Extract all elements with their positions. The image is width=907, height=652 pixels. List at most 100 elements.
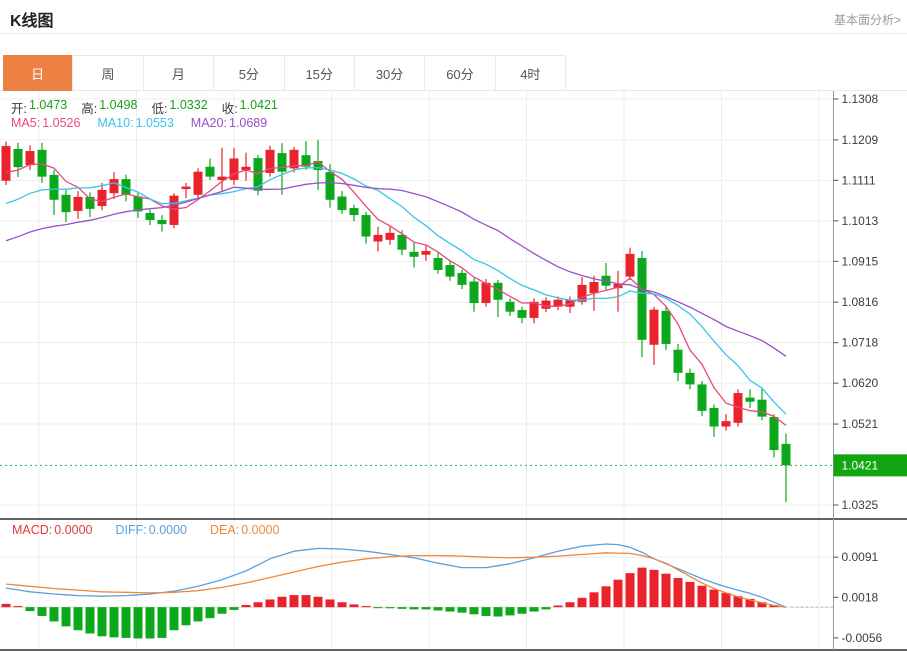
candle-body bbox=[230, 158, 239, 179]
ohlc-label-2: 低: bbox=[151, 98, 167, 117]
ma-value-0: 1.0526 bbox=[42, 116, 80, 130]
macd-bar bbox=[674, 578, 683, 607]
ohlc-item-0: 开:1.0473 bbox=[11, 98, 67, 117]
ma-label-0: MA5: bbox=[11, 116, 40, 130]
ohlc-value-3: 1.0421 bbox=[240, 98, 278, 117]
macd-bar bbox=[134, 607, 143, 638]
macd-bar bbox=[266, 599, 275, 607]
candle-body bbox=[38, 150, 47, 177]
macd-bar bbox=[362, 606, 371, 607]
candle-body bbox=[470, 282, 479, 303]
price-tick-label: 1.0816 bbox=[842, 295, 879, 309]
candle-body bbox=[482, 283, 491, 303]
tab-60min[interactable]: 60分 bbox=[424, 56, 494, 90]
macd-bar bbox=[158, 607, 167, 638]
candle-body bbox=[14, 149, 23, 167]
macd-bar bbox=[446, 607, 455, 611]
macd-bar bbox=[98, 607, 107, 636]
tab-5min[interactable]: 5分 bbox=[213, 56, 283, 90]
macd-bar bbox=[722, 593, 731, 607]
candle-body bbox=[590, 282, 599, 293]
macd-value-2: 0.0000 bbox=[241, 523, 279, 537]
ma10-line bbox=[6, 168, 786, 415]
candle-body bbox=[698, 384, 707, 410]
macd-item-0: MACD:0.0000 bbox=[12, 523, 93, 537]
candle-body bbox=[50, 175, 59, 200]
macd-bar bbox=[542, 607, 551, 609]
macd-bar bbox=[14, 606, 23, 607]
macd-bar bbox=[386, 607, 395, 608]
macd-bar bbox=[242, 605, 251, 607]
price-tick-label: 1.1308 bbox=[842, 92, 879, 106]
macd-axis-labels: 0.00910.0018-0.0056 bbox=[834, 550, 883, 645]
candle-body bbox=[638, 258, 647, 340]
tab-15min[interactable]: 15分 bbox=[284, 56, 354, 90]
macd-item-1: DIFF:0.0000 bbox=[116, 523, 187, 537]
candle-body bbox=[674, 350, 683, 373]
ma-label-2: MA20: bbox=[191, 116, 227, 130]
macd-bar bbox=[590, 592, 599, 607]
macd-label-2: DEA: bbox=[210, 523, 239, 537]
candle-body bbox=[74, 197, 83, 211]
current-price-badge: 1.0421 bbox=[834, 454, 907, 476]
price-tick-label: 1.1013 bbox=[842, 214, 879, 228]
ohlc-label-1: 高: bbox=[81, 98, 97, 117]
candle-body bbox=[542, 301, 551, 309]
ma5-line bbox=[6, 162, 786, 426]
macd-bar bbox=[470, 607, 479, 614]
candle-body bbox=[26, 151, 35, 165]
tab-4hour[interactable]: 4时 bbox=[495, 56, 565, 90]
candle-body bbox=[398, 235, 407, 250]
macd-bar bbox=[182, 607, 191, 625]
candle-body bbox=[662, 311, 671, 344]
macd-bar bbox=[410, 607, 419, 609]
candle-body bbox=[194, 172, 203, 195]
candle-body bbox=[2, 146, 11, 181]
macd-bar bbox=[314, 597, 323, 607]
macd-bar bbox=[422, 607, 431, 609]
header-divider bbox=[0, 33, 907, 34]
macd-item-2: DEA:0.0000 bbox=[210, 523, 279, 537]
macd-bar bbox=[62, 607, 71, 626]
price-tick-label: 1.0620 bbox=[842, 376, 879, 390]
current-price-label: 1.0421 bbox=[842, 458, 879, 472]
kline-chart-canvas[interactable]: 1.13081.12091.11111.10131.09151.08161.07… bbox=[0, 91, 907, 652]
macd-label-0: MACD: bbox=[12, 523, 52, 537]
candle-body bbox=[686, 373, 695, 385]
macd-bar bbox=[614, 580, 623, 607]
tab-day[interactable]: 日 bbox=[3, 55, 72, 91]
macd-bar bbox=[110, 607, 119, 637]
candle-body bbox=[170, 196, 179, 225]
candle-body bbox=[62, 195, 71, 212]
macd-bar bbox=[662, 574, 671, 607]
macd-value-1: 0.0000 bbox=[149, 523, 187, 537]
macd-bar bbox=[578, 598, 587, 607]
ma-item-0: MA5:1.0526 bbox=[11, 116, 80, 130]
candle-body bbox=[374, 235, 383, 242]
macd-bar bbox=[554, 606, 563, 608]
macd-bar bbox=[86, 607, 95, 633]
candle-body bbox=[110, 179, 119, 193]
price-tick-label: 1.1209 bbox=[842, 133, 879, 147]
candle-body bbox=[326, 172, 335, 200]
ohlc-legend: 开:1.0473高:1.0498低:1.0332收:1.0421 bbox=[11, 98, 278, 117]
macd-bar bbox=[350, 604, 359, 607]
tab-month[interactable]: 月 bbox=[143, 56, 213, 90]
macd-bar bbox=[26, 607, 35, 611]
candle-body bbox=[446, 265, 455, 277]
macd-bar bbox=[302, 595, 311, 607]
macd-bar bbox=[638, 568, 647, 608]
candle-body bbox=[506, 302, 515, 312]
macd-bar bbox=[518, 607, 527, 614]
ohlc-label-3: 收: bbox=[222, 98, 238, 117]
candle-body bbox=[710, 408, 719, 427]
candle-body bbox=[410, 252, 419, 257]
price-tick-label: 1.0521 bbox=[842, 417, 879, 431]
candle-body bbox=[158, 220, 167, 224]
macd-bar bbox=[374, 607, 383, 608]
macd-bar bbox=[290, 595, 299, 607]
fundamental-analysis-link[interactable]: 基本面分析> bbox=[834, 11, 901, 28]
tab-week[interactable]: 周 bbox=[72, 56, 142, 90]
tab-30min[interactable]: 30分 bbox=[354, 56, 424, 90]
macd-bar bbox=[710, 590, 719, 608]
